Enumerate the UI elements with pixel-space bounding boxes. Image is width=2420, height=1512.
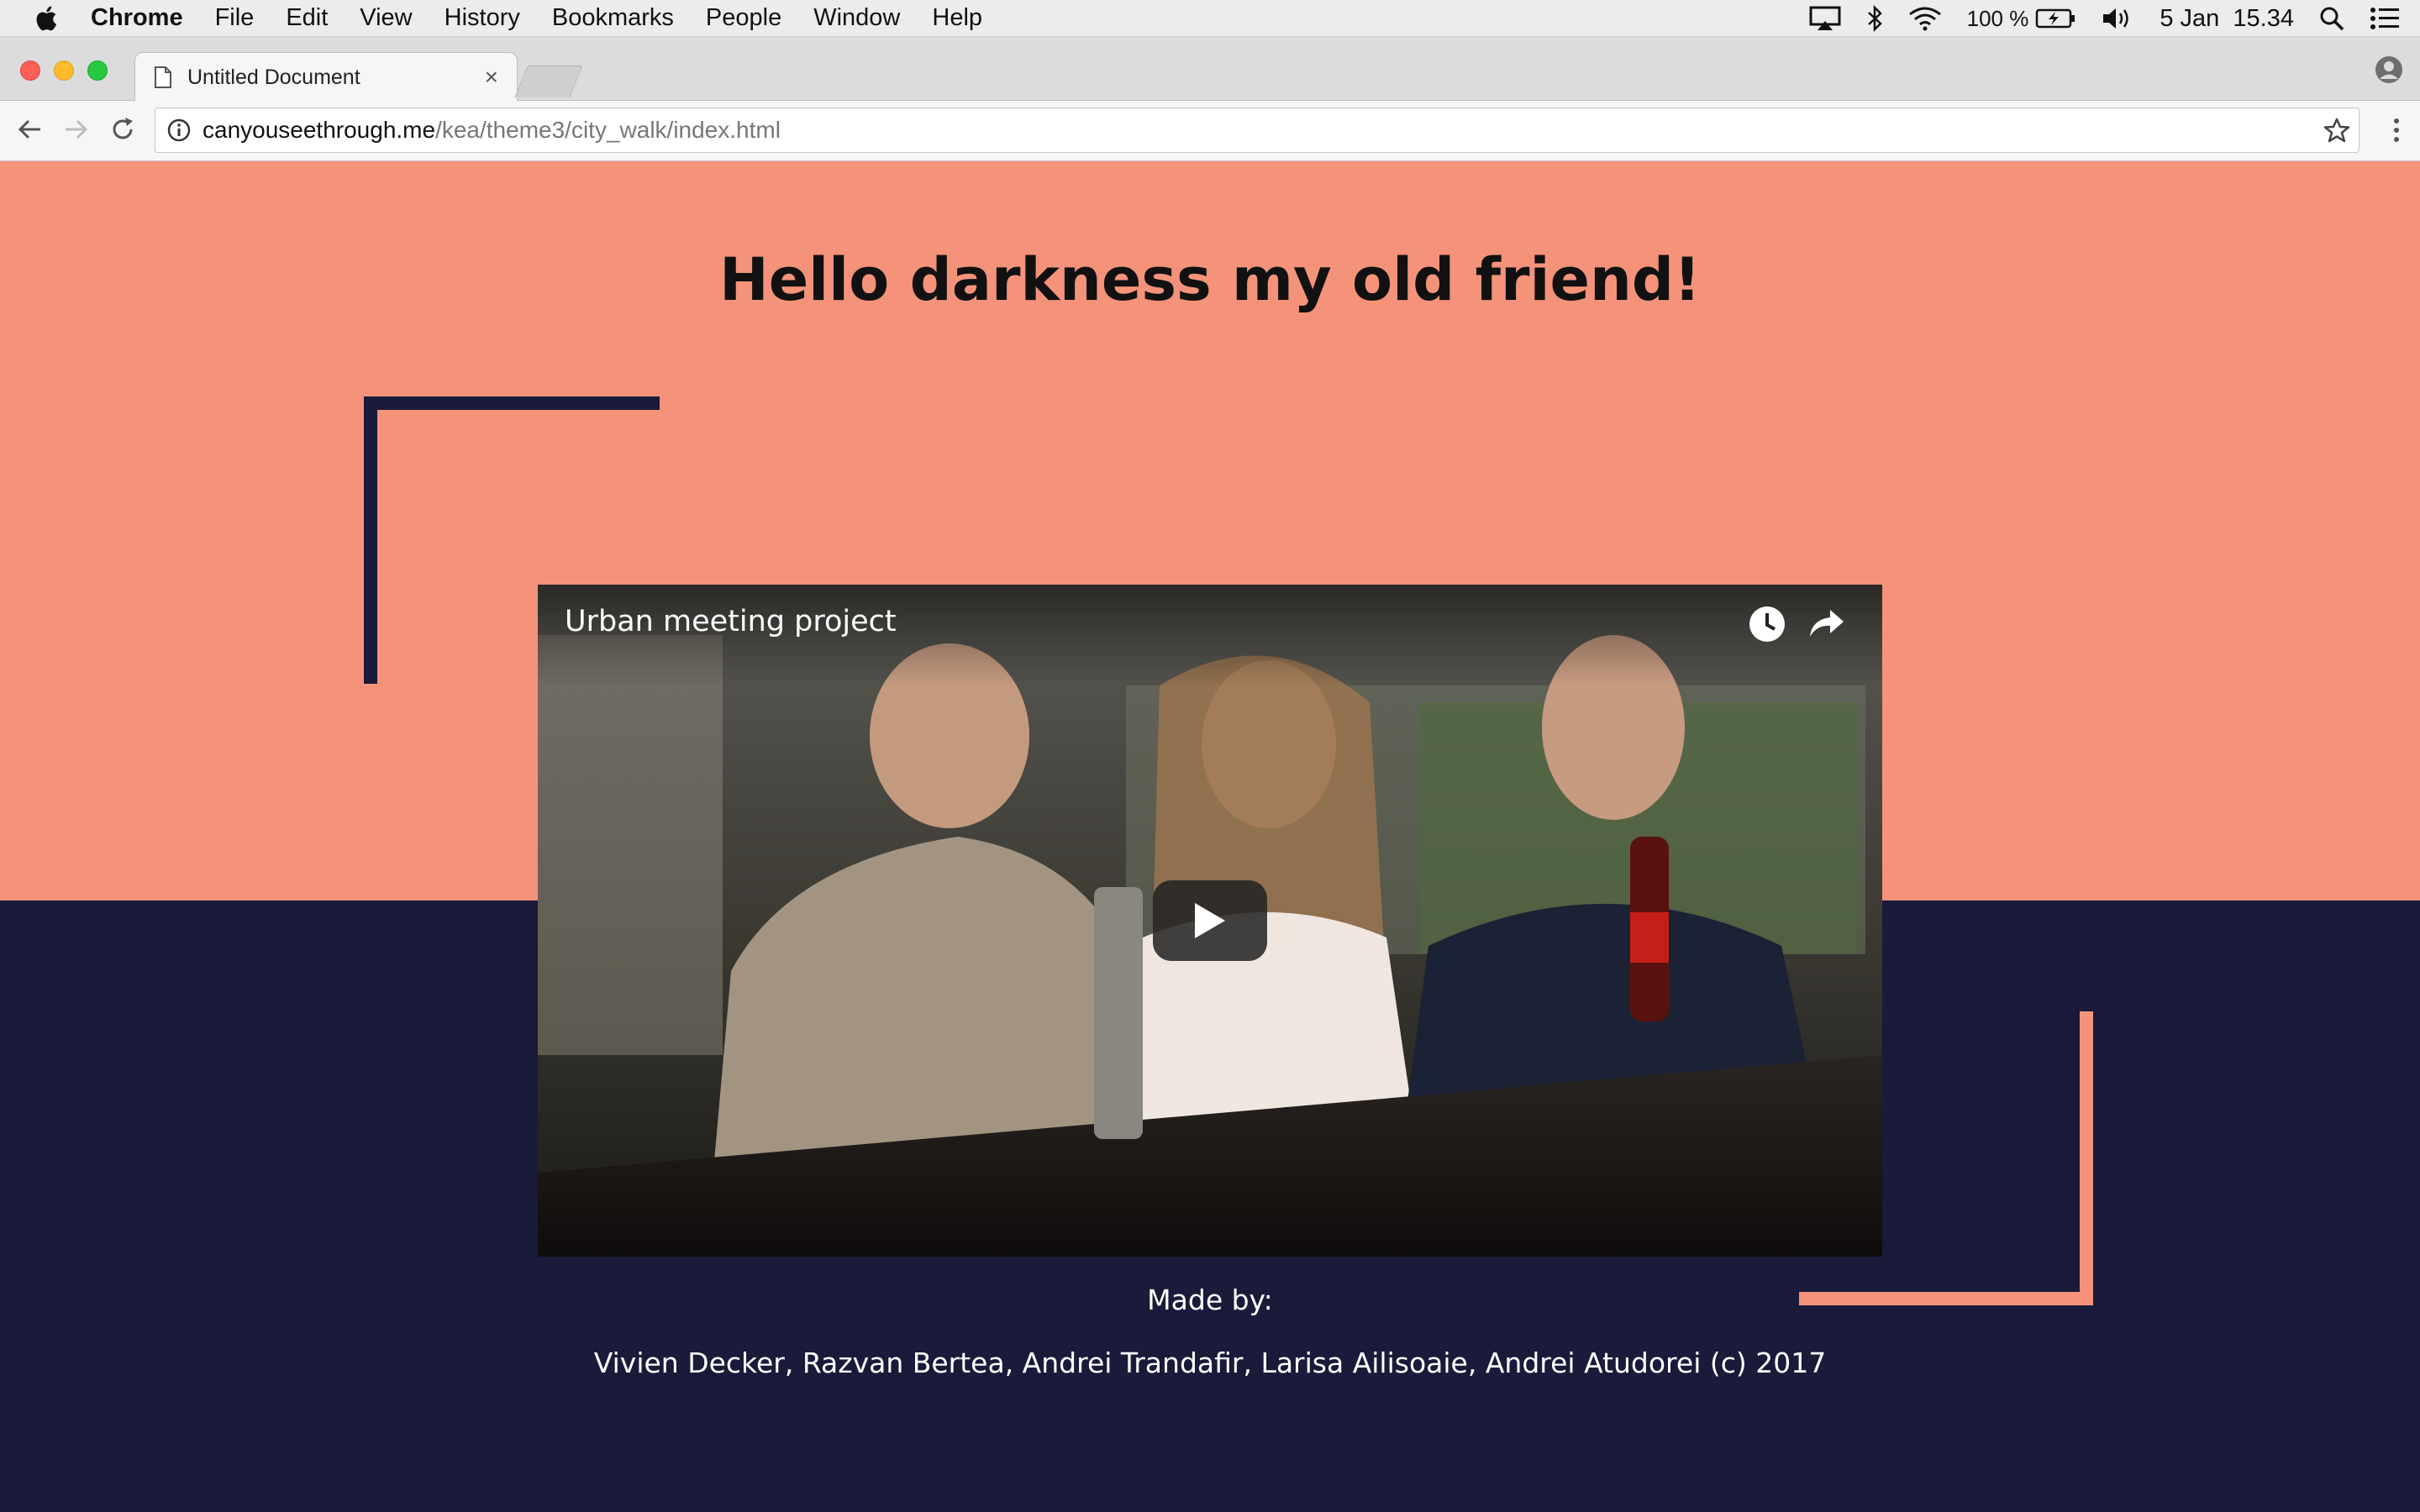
menu-window[interactable]: Window xyxy=(813,4,900,32)
spotlight-icon[interactable] xyxy=(2319,6,2344,31)
address-bar[interactable]: canyouseethrough.me/kea/theme3/city_walk… xyxy=(155,108,2360,153)
wifi-icon[interactable] xyxy=(1908,6,1942,31)
reload-icon[interactable] xyxy=(109,116,136,143)
battery-percent: 100 % xyxy=(1966,5,2029,31)
apple-icon[interactable] xyxy=(34,4,62,33)
info-icon[interactable] xyxy=(167,118,191,142)
tab-untitled-document[interactable]: Untitled Document × xyxy=(134,52,518,102)
youtube-video-player[interactable]: Urban meeting project xyxy=(538,585,1882,1257)
video-title[interactable]: Urban meeting project xyxy=(565,605,897,638)
back-icon[interactable] xyxy=(17,116,44,143)
menu-bookmarks[interactable]: Bookmarks xyxy=(552,4,674,32)
macos-menu-bar: Chrome File Edit View History Bookmarks … xyxy=(0,0,2420,37)
page-headline: Hello darkness my old friend! xyxy=(719,245,1701,314)
menu-app-chrome[interactable]: Chrome xyxy=(91,4,183,32)
credits-text: Vivien Decker, Razvan Bertea, Andrei Tra… xyxy=(593,1347,1827,1379)
share-icon[interactable] xyxy=(1808,606,1845,640)
status-area: 100 % 5 Jan 15.34 xyxy=(1809,0,2420,37)
url-path: /kea/theme3/city_walk/index.html xyxy=(435,117,781,143)
airplay-icon[interactable] xyxy=(1809,6,1841,31)
watch-later-icon[interactable] xyxy=(1748,605,1786,643)
url-host: canyouseethrough.me xyxy=(203,117,436,143)
menu-view[interactable]: View xyxy=(360,4,412,32)
tab-close-icon[interactable]: × xyxy=(485,66,498,89)
document-icon xyxy=(155,66,171,88)
decorative-corner-bottom-right-vertical xyxy=(2080,1011,2093,1305)
menu-history[interactable]: History xyxy=(445,4,520,32)
bookmark-star-icon[interactable] xyxy=(2323,117,2350,144)
menu-file[interactable]: File xyxy=(215,4,255,32)
window-minimize-button[interactable] xyxy=(54,60,74,81)
profile-icon[interactable] xyxy=(2375,55,2403,84)
menu-edit[interactable]: Edit xyxy=(286,4,328,32)
volume-icon[interactable] xyxy=(2101,6,2134,31)
tab-strip: Untitled Document × xyxy=(0,37,2420,102)
window-close-button[interactable] xyxy=(20,60,40,81)
play-button[interactable] xyxy=(1153,880,1267,961)
window-zoom-button[interactable] xyxy=(87,60,108,81)
clock[interactable]: 5 Jan 15.34 xyxy=(2160,5,2294,33)
new-tab-button[interactable] xyxy=(514,66,583,97)
decorative-corner-top-left xyxy=(364,396,660,410)
decorative-corner-top-left-vertical xyxy=(364,396,377,684)
bluetooth-icon[interactable] xyxy=(1866,5,1883,32)
browser-toolbar: canyouseethrough.me/kea/theme3/city_walk… xyxy=(0,101,2420,161)
tab-title: Untitled Document xyxy=(187,65,360,89)
notification-center-icon[interactable] xyxy=(2370,7,2400,30)
battery-icon[interactable] xyxy=(2035,8,2075,29)
made-by-label: Made by: xyxy=(1147,1284,1273,1316)
chrome-menu-icon[interactable] xyxy=(2391,116,2402,144)
forward-icon[interactable] xyxy=(62,116,89,143)
url-text[interactable]: canyouseethrough.me/kea/theme3/city_walk… xyxy=(203,117,2323,144)
web-page: Hello darkness my old friend! Urban meet… xyxy=(0,161,2420,1512)
menu-help[interactable]: Help xyxy=(932,4,982,32)
play-icon xyxy=(1195,903,1225,938)
menu-people[interactable]: People xyxy=(706,4,781,32)
